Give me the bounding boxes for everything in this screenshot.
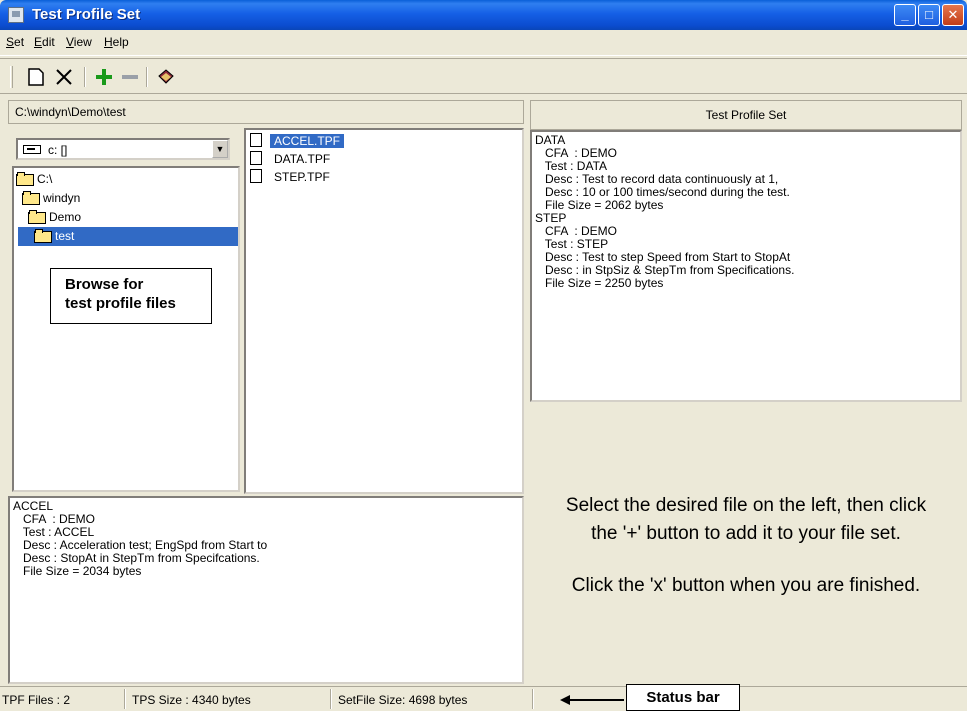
menu-bar: Set Edit View Help: [0, 30, 967, 56]
browse-callout: Browse for test profile files: [50, 268, 212, 324]
tree-item-test[interactable]: test: [18, 227, 238, 246]
status-tpf-files: TPF Files : 2: [2, 693, 71, 707]
status-separator: [330, 689, 332, 709]
menu-help[interactable]: Help: [104, 35, 129, 49]
document-icon: [250, 151, 262, 165]
add-icon[interactable]: [94, 67, 114, 87]
menu-view[interactable]: View: [66, 35, 92, 49]
maximize-button[interactable]: □: [918, 4, 940, 26]
toolbar-separator: [146, 67, 148, 87]
drive-select[interactable]: c: [] ▼: [16, 138, 230, 160]
file-info-box[interactable]: ACCEL CFA : DEMO Test : ACCEL Desc : Acc…: [8, 496, 524, 684]
folder-open-icon: [34, 229, 52, 243]
close-button[interactable]: ✕: [942, 4, 964, 26]
status-separator: [124, 689, 126, 709]
menu-edit[interactable]: Edit: [34, 35, 55, 49]
set-info-box[interactable]: DATA CFA : DEMO Test : DATA Desc : Test …: [530, 130, 962, 402]
tree-item-windyn[interactable]: windyn: [22, 189, 80, 208]
toolbar-separator: [84, 67, 86, 87]
current-path: C:\windyn\Demo\test: [8, 100, 524, 124]
chevron-down-icon[interactable]: ▼: [212, 140, 228, 158]
window-title: Test Profile Set: [32, 6, 141, 23]
status-tps-size: TPS Size : 4340 bytes: [132, 693, 251, 707]
file-list[interactable]: ACCEL.TPF DATA.TPF STEP.TPF: [244, 128, 524, 494]
app-icon: [8, 7, 24, 23]
drive-value: c: []: [48, 143, 68, 157]
tree-item-root[interactable]: C:\: [16, 170, 52, 189]
directory-tree[interactable]: C:\ windyn Demo test: [12, 166, 240, 492]
toolbar-grip[interactable]: [10, 66, 13, 88]
set-panel-header: Test Profile Set: [530, 100, 962, 130]
toolbar: [0, 58, 967, 94]
list-item[interactable]: STEP.TPF: [250, 168, 334, 186]
folder-open-icon: [22, 191, 40, 205]
tree-item-demo[interactable]: Demo: [28, 208, 81, 227]
status-setfile-size: SetFile Size: 4698 bytes: [338, 693, 468, 707]
arrow-line: [568, 699, 624, 701]
remove-icon[interactable]: [120, 67, 140, 87]
status-bar: TPF Files : 2 TPS Size : 4340 bytes SetF…: [0, 686, 967, 711]
arrow-head-icon: [560, 695, 570, 705]
drive-icon: [23, 145, 41, 154]
book-icon[interactable]: [156, 67, 176, 87]
minimize-button[interactable]: _: [894, 4, 916, 26]
title-bar: Test Profile Set _ □ ✕: [0, 0, 967, 30]
document-icon: [250, 169, 262, 183]
list-item[interactable]: ACCEL.TPF: [250, 132, 345, 150]
document-icon: [250, 133, 262, 147]
instructions-text: Select the desired file on the left, the…: [565, 495, 927, 596]
new-file-icon[interactable]: [26, 67, 46, 87]
menu-set[interactable]: Set: [6, 35, 24, 49]
folder-open-icon: [28, 210, 46, 224]
folder-open-icon: [16, 172, 34, 186]
list-item[interactable]: DATA.TPF: [250, 150, 334, 168]
status-separator: [532, 689, 534, 709]
delete-icon[interactable]: [54, 67, 74, 87]
status-bar-callout: Status bar: [626, 684, 740, 711]
